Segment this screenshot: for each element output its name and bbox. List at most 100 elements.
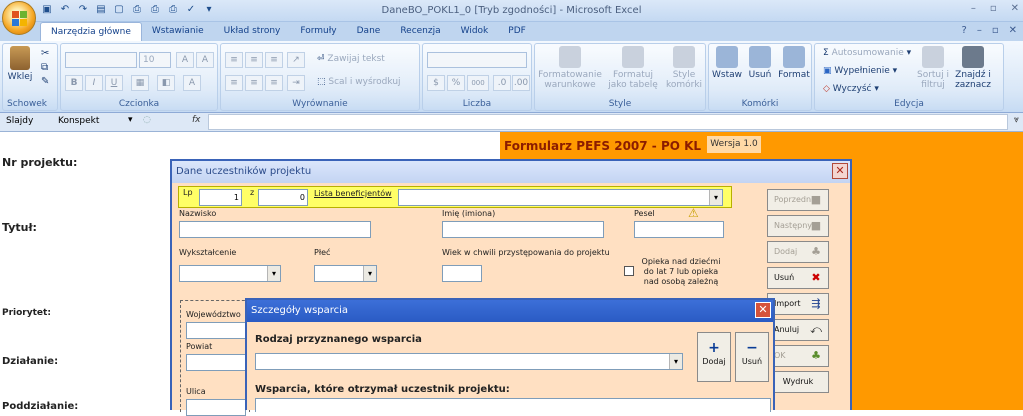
wojewodztwo-select[interactable]	[186, 322, 246, 339]
format-cells-button[interactable]: Format	[777, 46, 811, 80]
decrease-decimal-button[interactable]: .00	[512, 75, 530, 91]
print-button[interactable]: Wydruk	[767, 371, 829, 393]
support-type-select[interactable]: ▾	[255, 353, 683, 370]
chevron-down-icon[interactable]: ▾	[709, 190, 722, 205]
tab-page-layout[interactable]: Układ strony	[214, 22, 291, 41]
lp-input[interactable]: 1	[199, 189, 242, 206]
delete-button[interactable]: Usuń ✖	[767, 267, 829, 289]
align-top-button[interactable]: ≡	[225, 52, 243, 68]
align-bottom-button[interactable]: ≡	[265, 52, 283, 68]
shrink-font-button[interactable]: A	[196, 52, 214, 68]
tab-view[interactable]: Widok	[451, 22, 499, 41]
previous-button[interactable]: Poprzedni ■	[767, 189, 829, 211]
fill-button[interactable]: ▣ Wypełnienie ▾	[823, 66, 897, 76]
close-window-icon[interactable]: ✕	[1011, 3, 1019, 14]
borders-button[interactable]: ▦	[131, 75, 149, 91]
align-right-button[interactable]: ≡	[265, 75, 283, 91]
minimize-window-icon[interactable]: –	[971, 3, 976, 14]
pesel-input[interactable]	[634, 221, 724, 238]
find-select-button[interactable]: Znajdź i zaznacz	[953, 46, 993, 90]
close-workbook-icon[interactable]: ✕	[1009, 25, 1017, 36]
font-size-combo[interactable]: 10	[139, 52, 171, 68]
wyksztalcenie-select[interactable]: ▾	[179, 265, 281, 282]
cell-styles-button[interactable]: Style komórki	[663, 46, 705, 90]
thousands-button[interactable]: 000	[467, 75, 489, 91]
remove-support-button[interactable]: − Usuń	[735, 332, 769, 382]
maximize-window-icon[interactable]: ▫	[990, 3, 997, 14]
wrap-text-button[interactable]: ⏎ Zawijaj tekst	[317, 54, 385, 64]
chevron-down-icon[interactable]: ▾	[267, 266, 280, 281]
align-middle-icon: ≡	[250, 55, 258, 65]
ok-button[interactable]: OK ♣	[767, 345, 829, 367]
paste-button[interactable]: Wklej	[7, 46, 33, 82]
autosum-button[interactable]: Σ Autosumowanie ▾	[823, 48, 911, 58]
bold-button[interactable]: B	[65, 75, 83, 91]
grow-font-button[interactable]: A	[176, 52, 194, 68]
name-box-dropdown-icon[interactable]: ▾	[128, 115, 133, 125]
tab-pdf[interactable]: PDF	[498, 22, 536, 41]
tab-formulas[interactable]: Formuły	[290, 22, 346, 41]
format-painter-icon[interactable]: ✎	[41, 76, 49, 87]
fill-color-button[interactable]: ◧	[157, 75, 175, 91]
number-format-combo[interactable]	[427, 52, 527, 68]
cancel-button[interactable]: Anuluj ⤺	[767, 319, 829, 341]
copy-icon[interactable]: ⧉	[41, 62, 48, 73]
opieka-checkbox[interactable]	[624, 266, 634, 276]
beneficiary-list-select[interactable]: ▾	[398, 189, 723, 206]
conditional-formatting-button[interactable]: Formatowanie warunkowe	[537, 46, 603, 90]
tab-slides[interactable]: Slajdy	[6, 116, 33, 126]
underline-button[interactable]: U	[105, 75, 123, 91]
fx-icon[interactable]: fx	[192, 115, 201, 125]
tab-home[interactable]: Narzędzia główne	[40, 22, 142, 41]
delete-cells-icon	[749, 46, 771, 68]
close-support-dialog-icon[interactable]: ✕	[755, 302, 771, 318]
ulica-input[interactable]	[186, 399, 246, 416]
insert-cells-button[interactable]: Wstaw	[711, 46, 743, 80]
tab-review[interactable]: Recenzja	[390, 22, 450, 41]
italic-button[interactable]: I	[85, 75, 103, 91]
currency-button[interactable]: $	[427, 75, 445, 91]
tab-outline[interactable]: Konspekt	[58, 116, 99, 126]
font-color-button[interactable]: A	[183, 75, 201, 91]
chevron-down-icon[interactable]: ▾	[363, 266, 376, 281]
orientation-button[interactable]: ↗	[287, 52, 305, 68]
delete-cells-button[interactable]: Usuń	[745, 46, 775, 80]
cut-icon[interactable]: ✂	[41, 48, 49, 59]
percent-button[interactable]: %	[447, 75, 465, 91]
add-button[interactable]: Dodaj ♣	[767, 241, 829, 263]
next-button[interactable]: Następny ■	[767, 215, 829, 237]
tab-data[interactable]: Dane	[347, 22, 391, 41]
align-left-button[interactable]: ≡	[225, 75, 243, 91]
sort-filter-button[interactable]: Sortuj i filtruj	[915, 46, 951, 90]
wiek-input[interactable]	[442, 265, 482, 282]
merge-center-button[interactable]: ⬚ Scal i wyśrodkuj	[317, 77, 401, 87]
clear-button[interactable]: ◇ Wyczyść ▾	[823, 84, 879, 94]
plus-icon: +	[708, 340, 720, 356]
import-button[interactable]: Import ⇶	[767, 293, 829, 315]
expand-formula-icon[interactable]: ⩔	[1014, 115, 1019, 125]
format-as-table-button[interactable]: Formatuj jako tabelę	[603, 46, 663, 90]
align-middle-button[interactable]: ≡	[245, 52, 263, 68]
font-name-combo[interactable]	[65, 52, 137, 68]
minimize-workbook-icon[interactable]: –	[977, 25, 982, 36]
plec-select[interactable]: ▾	[314, 265, 377, 282]
tab-insert[interactable]: Wstawianie	[142, 22, 214, 41]
add-support-button[interactable]: + Dodaj	[697, 332, 731, 382]
label-nr-projektu: Nr projektu:	[2, 156, 78, 169]
restore-workbook-icon[interactable]: ▫	[992, 25, 999, 36]
nazwisko-input[interactable]	[179, 221, 371, 238]
close-dialog-icon[interactable]: ✕	[832, 163, 848, 179]
formula-input[interactable]	[208, 114, 1008, 130]
borders-icon: ▦	[135, 78, 145, 88]
indent-button[interactable]: ⇥	[287, 75, 305, 91]
imie-input[interactable]	[442, 221, 604, 238]
increase-decimal-button[interactable]: .0	[493, 75, 511, 91]
chevron-down-icon[interactable]: ▾	[669, 354, 682, 369]
group-label-styles: Style	[608, 99, 632, 109]
align-center-button[interactable]: ≡	[245, 75, 263, 91]
office-button[interactable]	[2, 1, 36, 35]
align-center-icon: ≡	[250, 78, 258, 88]
powiat-select[interactable]	[186, 354, 246, 371]
z-input[interactable]: 0	[258, 189, 308, 206]
help-icon[interactable]: ?	[962, 25, 967, 36]
